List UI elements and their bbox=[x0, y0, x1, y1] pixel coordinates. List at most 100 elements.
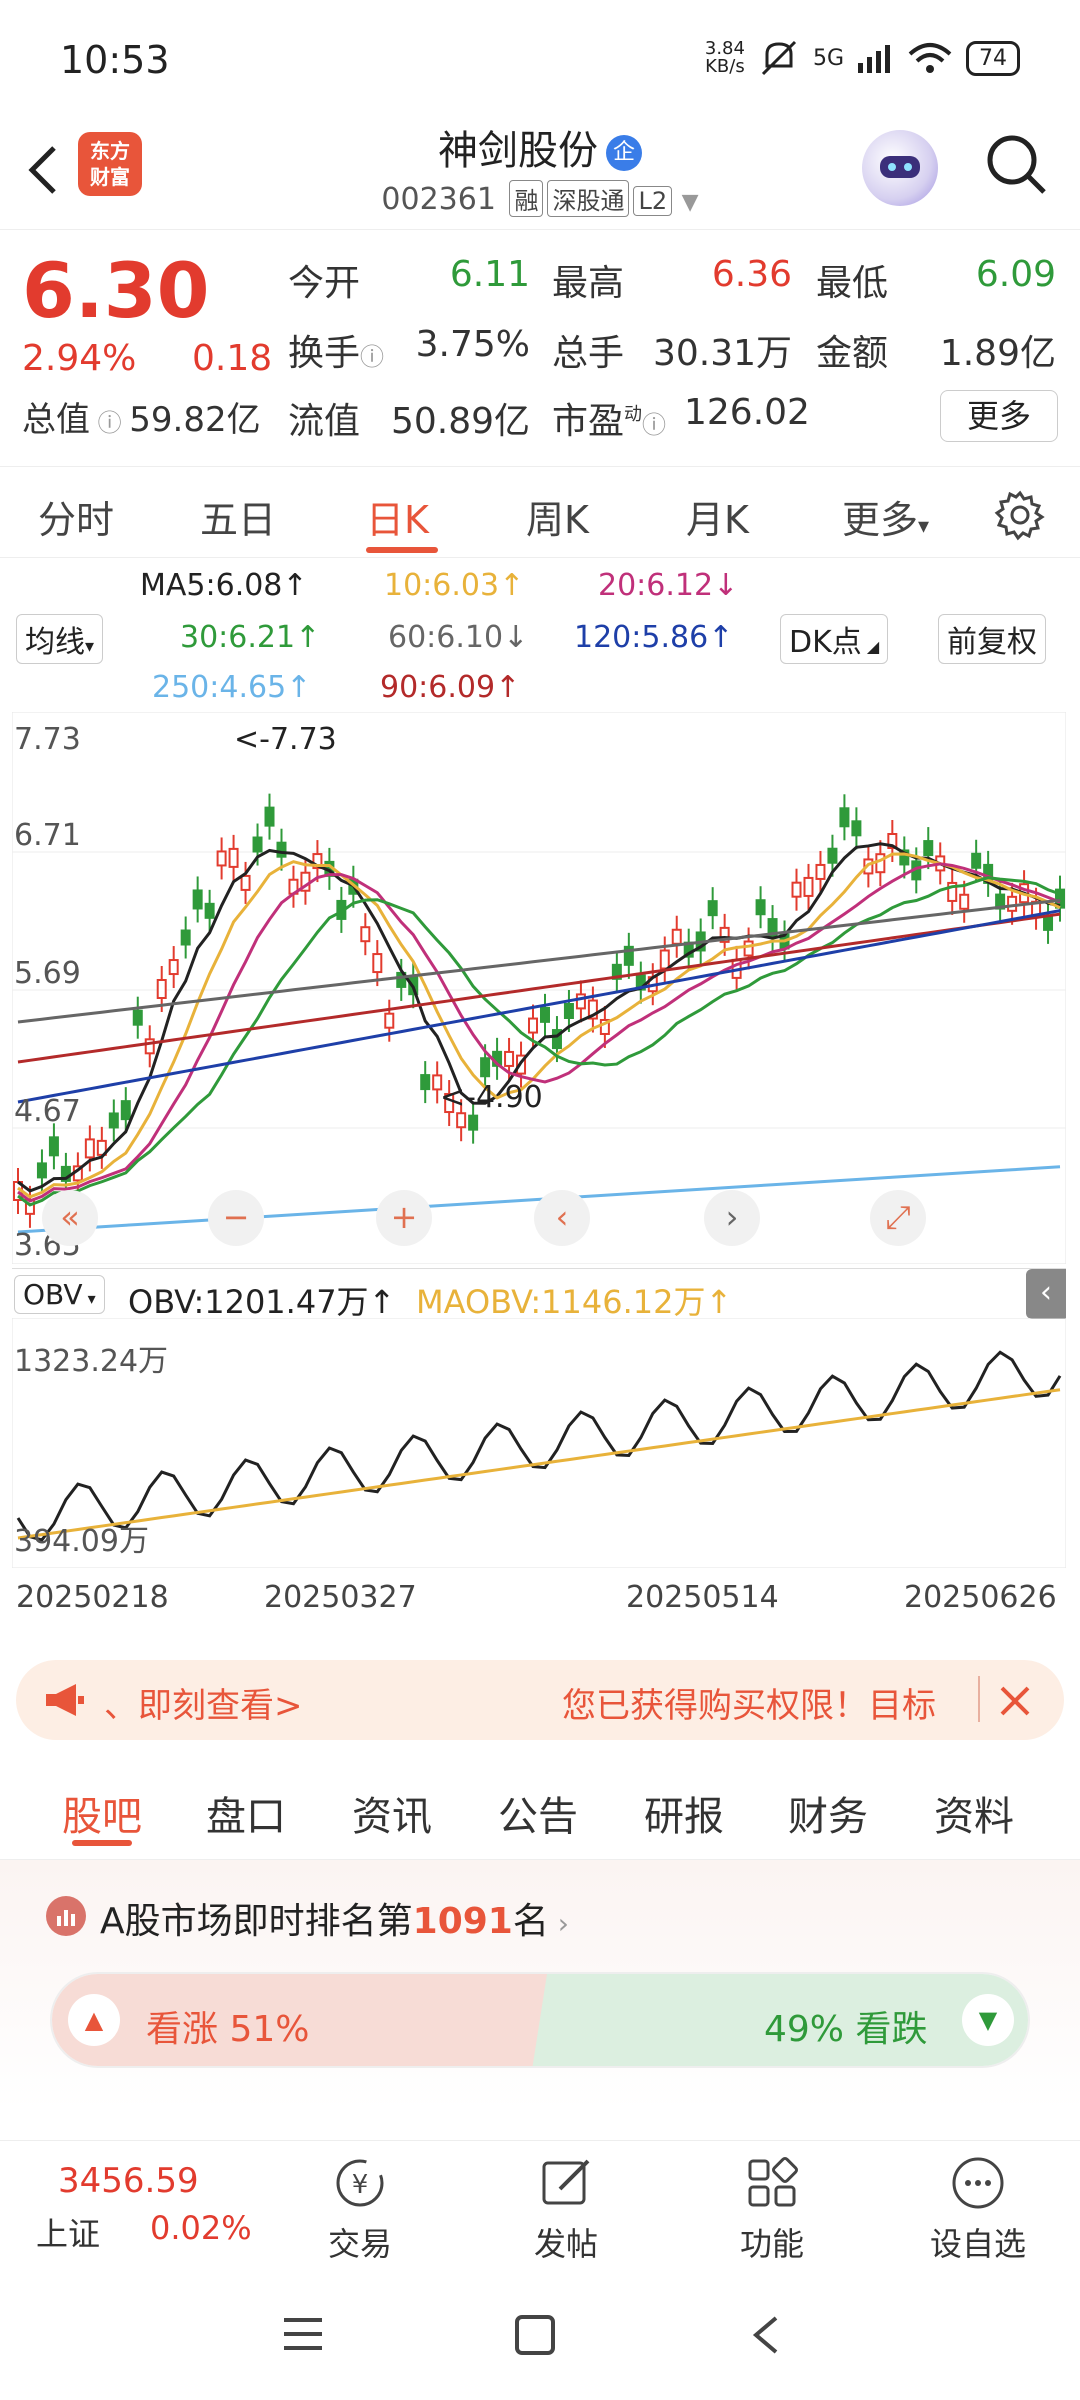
ma5-line bbox=[17, 842, 1061, 1193]
nav-add-watchlist[interactable]: 设自选 bbox=[918, 2153, 1038, 2265]
candle-body bbox=[659, 949, 670, 970]
turnover-label: 换手ⓘ bbox=[288, 333, 385, 374]
candle-body bbox=[228, 847, 239, 868]
candle-body bbox=[923, 840, 934, 857]
low-price-marker: <-4.90 bbox=[440, 1080, 543, 1115]
market-ranking[interactable]: A股市场即时排名第1091名 › bbox=[100, 1892, 569, 1944]
back-icon[interactable] bbox=[748, 2314, 782, 2356]
candle-body bbox=[36, 1162, 47, 1179]
promo-banner[interactable]: 、即刻查看> 您已获得购买权限！目标 bbox=[16, 1660, 1064, 1740]
tab-announcements[interactable]: 公告 bbox=[498, 1784, 578, 1842]
obv-value: OBV:1201.47万↑ bbox=[128, 1283, 396, 1321]
tab-five-day[interactable]: 五日 bbox=[200, 489, 276, 544]
amount-value: 1.89亿 bbox=[939, 333, 1056, 374]
tab-more-periods[interactable]: 更多▾ bbox=[842, 489, 929, 544]
gear-icon[interactable] bbox=[994, 489, 1046, 541]
candle-body bbox=[528, 1017, 539, 1034]
vote-bar: ▲ 看涨 51% 49% 看跌 ▼ bbox=[50, 1972, 1030, 2068]
obv-indicator-select[interactable]: OBV ▾ bbox=[14, 1275, 105, 1314]
vote-up-icon[interactable]: ▲ bbox=[68, 1994, 120, 2046]
scroll-right-button[interactable]: › bbox=[704, 1190, 760, 1246]
banner-left-text[interactable]: 、即刻查看> bbox=[104, 1678, 303, 1727]
last-price: 6.30 bbox=[22, 246, 210, 335]
tab-news[interactable]: 资讯 bbox=[352, 1784, 432, 1842]
kline-chart[interactable]: 7.73 6.71 5.69 4.67 3.65 <-7.73 <-4.90 «… bbox=[12, 712, 1066, 1264]
tag-margin: 融 bbox=[509, 180, 544, 217]
candle-body bbox=[1007, 895, 1018, 912]
collapse-panel-icon[interactable]: ‹ bbox=[1026, 1269, 1066, 1319]
candle-body bbox=[120, 1100, 131, 1121]
candle-body bbox=[420, 1074, 431, 1091]
zoom-out-button[interactable]: − bbox=[208, 1190, 264, 1246]
banner-right-text[interactable]: 您已获得购买权限！目标 bbox=[562, 1678, 992, 1727]
candle-body bbox=[276, 841, 287, 858]
indicator-select[interactable]: 均线▾ bbox=[16, 614, 104, 664]
high-label: 最高 bbox=[552, 263, 625, 304]
tab-profile[interactable]: 资料 bbox=[934, 1784, 1014, 1842]
candle-body bbox=[815, 863, 826, 880]
tab-daily-k[interactable]: 日K bbox=[366, 489, 429, 544]
index-change: 0.02% bbox=[150, 2209, 252, 2247]
candle-body bbox=[803, 876, 814, 897]
wifi-icon bbox=[908, 43, 952, 73]
battery-indicator: 74 bbox=[966, 40, 1020, 76]
tab-intraday[interactable]: 分时 bbox=[38, 489, 114, 544]
home-icon[interactable] bbox=[514, 2314, 556, 2356]
vote-down-icon[interactable]: ▼ bbox=[962, 1994, 1014, 2046]
nav-post[interactable]: 发帖 bbox=[506, 2153, 626, 2265]
obv-chart[interactable]: 1323.24万 394.09万 bbox=[12, 1318, 1066, 1568]
ma30-value: 30:6.21↑ bbox=[180, 620, 321, 655]
fullscreen-button[interactable]: ⤢ bbox=[870, 1190, 926, 1246]
tag-shenzhen-connect: 深股通 bbox=[547, 180, 630, 217]
network-speed: 3.84 KB/s bbox=[704, 38, 745, 77]
candle-body bbox=[216, 850, 227, 867]
trade-icon: ¥ bbox=[336, 2159, 384, 2207]
signal-label: 5G bbox=[812, 45, 844, 71]
tab-finance[interactable]: 财务 bbox=[788, 1784, 868, 1842]
date-label-2: 20250327 bbox=[264, 1580, 417, 1615]
candle-body bbox=[839, 807, 850, 828]
tab-weekly-k[interactable]: 周K bbox=[526, 489, 589, 544]
open-label: 今开 bbox=[288, 263, 361, 304]
bullish-percent: 看涨 51% bbox=[146, 2009, 310, 2050]
candle-body bbox=[959, 893, 970, 910]
more-dots-icon bbox=[952, 2157, 1004, 2209]
adjust-mode-button[interactable]: 前复权 bbox=[938, 614, 1046, 664]
stock-header: 东方 财富 神剑股份企 002361 融深股通 L2 ▼ bbox=[0, 110, 1080, 230]
scroll-left-button[interactable]: ‹ bbox=[534, 1190, 590, 1246]
status-bar: 10:53 3.84 KB/s 5G 74 bbox=[0, 0, 1080, 120]
nav-functions[interactable]: 功能 bbox=[712, 2153, 832, 2265]
search-icon[interactable] bbox=[984, 132, 1048, 196]
candle-body bbox=[851, 820, 862, 837]
nav-trade[interactable]: ¥ 交易 bbox=[300, 2153, 420, 2265]
content-tab-indicator bbox=[72, 1840, 132, 1846]
candle-body bbox=[563, 1002, 574, 1019]
index-name[interactable]: 上证 bbox=[36, 2209, 100, 2255]
close-icon[interactable] bbox=[998, 1684, 1032, 1718]
float-cap-value: 50.89亿 bbox=[390, 401, 530, 442]
scroll-start-button[interactable]: « bbox=[42, 1190, 98, 1246]
system-nav-bar bbox=[0, 2270, 1080, 2400]
y-axis-label-2: 6.71 bbox=[14, 818, 81, 853]
caret-down-icon: ▾ bbox=[918, 514, 930, 539]
tab-monthly-k[interactable]: 月K bbox=[686, 489, 749, 544]
more-quote-button[interactable]: 更多 bbox=[940, 390, 1058, 442]
banner-divider bbox=[978, 1676, 980, 1722]
zoom-in-button[interactable]: + bbox=[376, 1190, 432, 1246]
tab-guba[interactable]: 股吧 bbox=[62, 1784, 142, 1842]
candle-body bbox=[791, 881, 802, 898]
candle-body bbox=[132, 1009, 143, 1026]
candle-body bbox=[384, 1012, 395, 1029]
sentiment-section: A股市场即时排名第1091名 › ▲ 看涨 51% 49% 看跌 ▼ bbox=[0, 1860, 1080, 2110]
candle-body bbox=[971, 852, 982, 869]
menu-icon[interactable] bbox=[282, 2314, 324, 2354]
candle-body bbox=[468, 1114, 479, 1131]
tab-pankou[interactable]: 盘口 bbox=[206, 1784, 286, 1842]
volume-label: 总手 bbox=[552, 333, 625, 374]
tag-level2: L2 bbox=[633, 186, 673, 216]
dk-point-toggle[interactable]: DK点 ◢ bbox=[780, 614, 889, 664]
svg-text:¥: ¥ bbox=[352, 2170, 369, 2200]
tab-research[interactable]: 研报 bbox=[644, 1784, 724, 1842]
assistant-robot-icon[interactable] bbox=[862, 130, 938, 206]
index-value[interactable]: 3456.59 bbox=[58, 2161, 199, 2201]
